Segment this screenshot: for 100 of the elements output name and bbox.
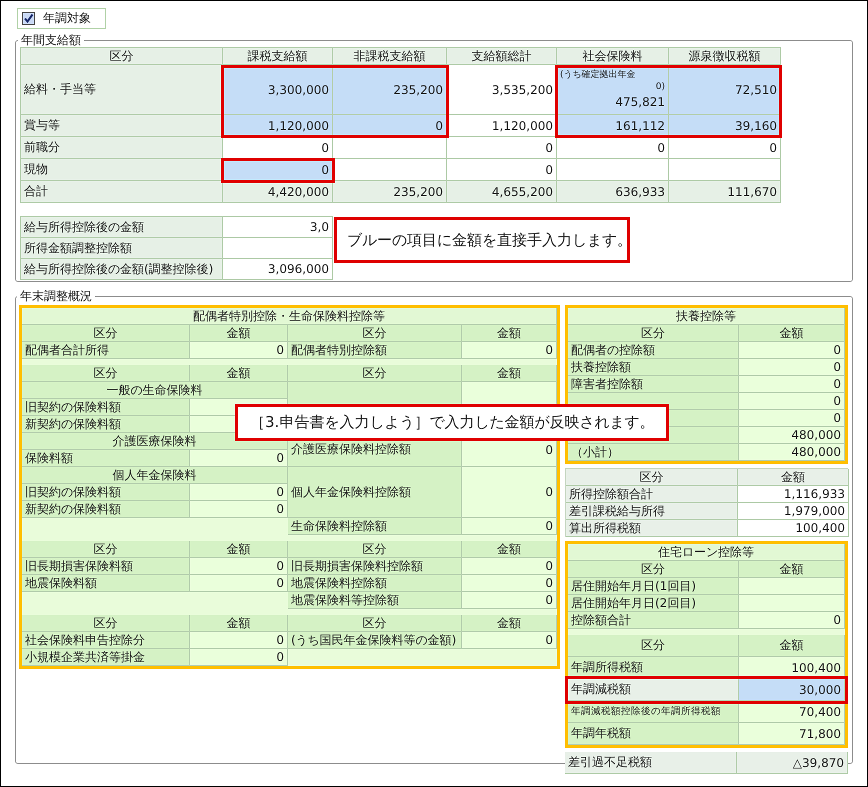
row-label: 前職分	[21, 137, 223, 159]
column-header: 金額	[462, 615, 557, 632]
row-label: 小規模企業共済等掛金	[22, 649, 190, 666]
column-header: 源泉徴収税額	[669, 48, 781, 65]
table-cell: 0	[447, 159, 557, 181]
row-label: 新契約の保険料額	[22, 416, 190, 433]
table-cell: 0	[190, 501, 288, 518]
table-cell: 0	[462, 632, 557, 649]
column-header: 金額	[190, 615, 288, 632]
row-label: 配偶者合計所得	[22, 342, 190, 359]
table-cell: 636,933	[557, 181, 669, 203]
group-title: 一般の生命保険料	[22, 382, 288, 399]
column-header: 区分	[22, 615, 190, 632]
panel-title: 配偶者特別控除・生命保険料控除等	[22, 308, 557, 325]
table-cell: 0	[462, 467, 557, 518]
row-label: 年調年税額	[568, 723, 739, 745]
table-cell: 0	[557, 137, 669, 159]
group-title: 介護医療保険料	[22, 433, 288, 450]
column-header: 金額	[738, 469, 849, 486]
column-header: 区分	[568, 325, 739, 342]
column-header: 社会保険料	[557, 48, 669, 65]
table-cell: △39,870	[737, 752, 848, 774]
amount-field[interactable]: 3,300,000	[223, 65, 333, 115]
row-label: 算出所得税額	[566, 520, 738, 537]
row-label: 地震保険料額	[22, 575, 190, 592]
column-header: 金額	[739, 635, 845, 657]
column-header: 区分	[22, 541, 190, 558]
table-cell: 1,116,933	[738, 486, 849, 503]
table-cell: 0	[462, 592, 557, 609]
table-cell: 0	[739, 359, 845, 376]
column-header: 金額	[462, 541, 557, 558]
table-cell: 0	[190, 342, 288, 359]
row-label: 賞与等	[21, 115, 223, 137]
row-label: 給与所得控除後の金額(調整控除後)	[21, 259, 223, 280]
column-header: 金額	[739, 325, 845, 342]
row-label: 配偶者特別控除額	[288, 342, 462, 359]
table-cell: 0	[462, 558, 557, 575]
amount-field[interactable]: 1,120,000	[223, 115, 333, 137]
table-cell: 0	[739, 393, 845, 410]
table-cell: 0	[190, 558, 288, 575]
section-title: 年間支給額	[20, 34, 82, 46]
row-label: 障害者控除額	[568, 376, 739, 393]
row-label: 地震保険料控除額	[288, 575, 462, 592]
amount-field[interactable]: 72,510	[669, 65, 781, 115]
table-cell: 4,420,000	[223, 181, 333, 203]
amount-field[interactable]: (うち確定拠出年金 0) 475,821	[557, 65, 669, 115]
amount-field[interactable]: 161,112	[557, 115, 669, 137]
row-label: 旧契約の保険料額	[22, 484, 190, 501]
panel-title: 扶養控除等	[568, 308, 845, 325]
table-cell: 480,000	[739, 427, 845, 444]
column-header: 非課税支給額	[333, 48, 447, 65]
table-cell: 0	[190, 450, 288, 467]
table-cell: 0	[190, 632, 288, 649]
row-label: 配偶者の控除額	[568, 342, 739, 359]
amount-field[interactable]: 30,000	[739, 679, 845, 701]
column-header: 金額	[190, 541, 288, 558]
column-header: 金額	[190, 325, 288, 342]
table-cell: 0	[190, 575, 288, 592]
row-label: 地震保険料等控除額	[288, 592, 462, 609]
row-label: 年調減税額控除後の年調所得税額	[568, 701, 739, 723]
row-label: 旧長期損害保険料額	[22, 558, 190, 575]
amount-field[interactable]: 235,200	[333, 65, 447, 115]
column-header: 区分	[288, 615, 462, 632]
table-cell: 0	[462, 342, 557, 359]
row-label: 新契約の保険料額	[22, 501, 190, 518]
row-label: 給与所得控除後の金額	[21, 217, 223, 238]
row-label: 給料・手当等	[21, 65, 223, 115]
table-cell: 0	[739, 342, 845, 359]
row-label: 旧長期損害保険料控除額	[288, 558, 462, 575]
column-header: 区分	[21, 48, 223, 65]
row-label: 現物	[21, 159, 223, 181]
amount-field[interactable]: 0	[333, 115, 447, 137]
table-cell: 0	[669, 137, 781, 159]
row-label: 扶養控除額	[568, 359, 739, 376]
checkbox[interactable]	[22, 12, 35, 25]
table-cell: 0	[462, 518, 557, 535]
row-label: 合計	[21, 181, 223, 203]
row-label: 旧契約の保険料額	[22, 399, 190, 416]
row-label: 社会保険料申告控除分	[22, 632, 190, 649]
panel-title: 住宅ローン控除等	[568, 544, 845, 561]
column-header: 金額	[462, 365, 557, 382]
row-label: 居住開始年月日(1回目)	[568, 578, 739, 595]
row-label: （小計）	[568, 444, 739, 461]
column-header: 区分	[288, 365, 462, 382]
table-cell: 100,400	[738, 520, 849, 537]
row-label: 所得金額調整控除額	[21, 238, 223, 259]
column-header: 区分	[568, 561, 739, 578]
column-header: 金額	[462, 325, 557, 342]
group-title: 個人年金保険料	[22, 467, 288, 484]
column-header: 区分	[288, 325, 462, 342]
table-cell: 0	[447, 137, 557, 159]
note-text: (うち確定拠出年金	[560, 69, 637, 81]
column-header: 区分	[568, 635, 739, 657]
checkbox-label: 年調対象	[43, 10, 91, 27]
row-label: 年調所得税額	[568, 657, 739, 679]
column-header: 区分	[22, 365, 190, 382]
callout-note: ブルーの項目に金額を直接手入力します。	[334, 217, 630, 263]
row-label: (うち国民年金保険料等の金額)	[288, 632, 462, 649]
table-cell: 1,979,000	[738, 503, 849, 520]
column-header: 金額	[739, 561, 845, 578]
